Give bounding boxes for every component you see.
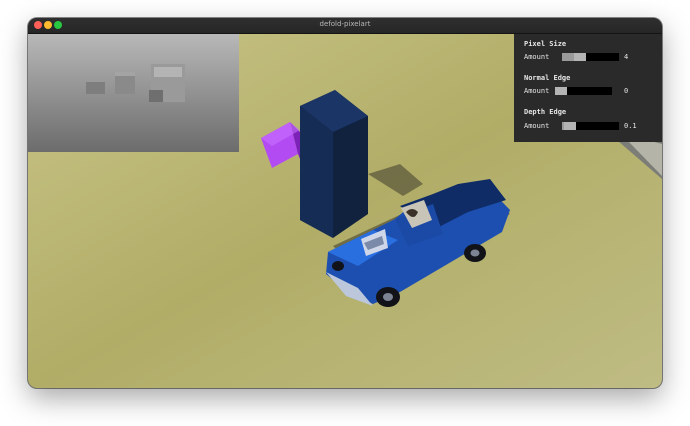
depth-preview [28,34,239,152]
pixel-size-value: 4 [624,53,629,61]
pixel-size-slider[interactable] [562,53,619,61]
normal-edge-slider-knob[interactable] [555,87,567,95]
depth-edge-slider[interactable] [562,122,619,130]
settings-panel: Pixel Size Amount 4 Normal Edge Amount 0… [514,34,662,142]
normal-edge-value: 0 [624,87,629,95]
dark-pillar [300,90,368,238]
normal-edge-slider[interactable] [555,87,612,95]
depth-edge-slider-knob[interactable] [564,122,576,130]
pixel-size-amount-label: Amount [524,53,550,61]
pixel-size-title: Pixel Size [524,40,567,48]
pixel-size-slider-knob[interactable] [574,53,586,61]
depth-edge-title: Depth Edge [524,108,567,116]
normal-edge-amount-label: Amount [524,87,550,95]
window-title: defold-pixelart [319,20,371,28]
title-bar[interactable]: defold-pixelart [28,18,662,34]
app-window: defold-pixelart Pixel Size Amount 4 Norm… [28,18,662,388]
depth-edge-amount-label: Amount [524,122,550,130]
depth-edge-value: 0.1 [624,122,637,130]
normal-edge-title: Normal Edge [524,74,571,82]
